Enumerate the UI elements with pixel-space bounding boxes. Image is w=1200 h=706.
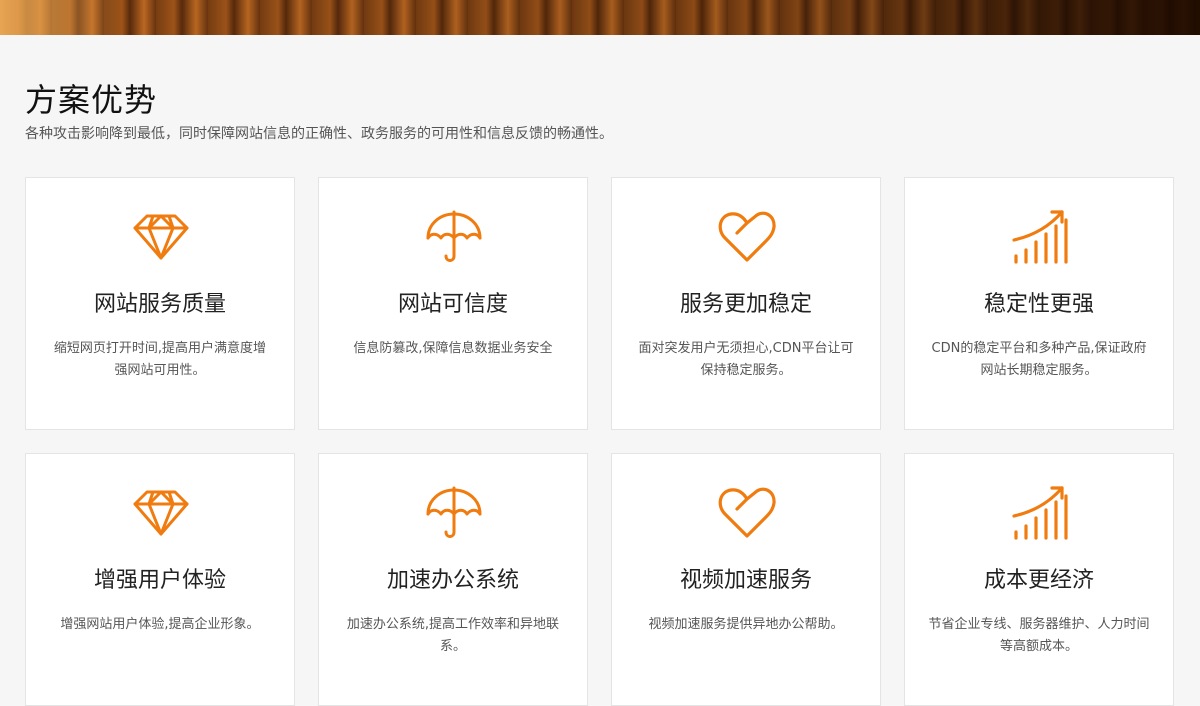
card-title: 服务更加稳定: [679, 292, 812, 317]
card-title: 增强用户体验: [93, 568, 226, 593]
advantage-card: 视频加速服务 视频加速服务提供异地办公帮助。: [611, 453, 881, 706]
advantage-card: 稳定性更强 CDN的稳定平台和多种产品,保证政府网站长期稳定服务。: [904, 177, 1174, 430]
growth-chart-icon: [1010, 482, 1070, 542]
advantage-card: 增强用户体验 增强网站用户体验,提高企业形象。: [25, 453, 295, 706]
card-description: 加速办公系统,提高工作效率和异地联系。: [346, 617, 560, 654]
card-title: 网站可信度: [397, 292, 508, 317]
advantage-card: 网站可信度 信息防篡改,保障信息数据业务安全: [318, 177, 588, 430]
heart-icon: [717, 482, 777, 542]
hero-banner-image: [0, 0, 1200, 35]
hero-left-fade: [0, 0, 120, 35]
card-description: CDN的稳定平台和多种产品,保证政府网站长期稳定服务。: [931, 341, 1147, 378]
section-subtitle: 各种攻击影响降到最低，同时保障网站信息的正确性、政务服务的可用性和信息反馈的畅通…: [25, 126, 613, 142]
card-title: 稳定性更强: [983, 292, 1094, 317]
diamond-icon: [131, 482, 191, 542]
diamond-icon: [131, 206, 191, 266]
card-description: 增强网站用户体验,提高企业形象。: [60, 617, 260, 632]
growth-chart-icon: [1010, 206, 1070, 266]
umbrella-icon: [424, 206, 484, 266]
card-description: 面对突发用户无须担心,CDN平台让可保持稳定服务。: [638, 341, 854, 378]
advantage-card: 服务更加稳定 面对突发用户无须担心,CDN平台让可保持稳定服务。: [611, 177, 881, 430]
card-description: 视频加速服务提供异地办公帮助。: [648, 617, 844, 632]
advantage-card: 成本更经济 节省企业专线、服务器维护、人力时间等高额成本。: [904, 453, 1174, 706]
card-description: 信息防篡改,保障信息数据业务安全: [353, 341, 553, 356]
card-title: 加速办公系统: [386, 568, 519, 593]
advantage-card: 网站服务质量 缩短网页打开时间,提高用户满意度增强网站可用性。: [25, 177, 295, 430]
hero-right-shade: [840, 0, 1200, 35]
heart-icon: [717, 206, 777, 266]
section-title: 方案优势: [25, 81, 158, 119]
card-title: 成本更经济: [983, 568, 1094, 593]
card-title: 视频加速服务: [679, 568, 812, 593]
card-description: 缩短网页打开时间,提高用户满意度增强网站可用性。: [53, 341, 267, 378]
card-title: 网站服务质量: [93, 292, 226, 317]
card-description: 节省企业专线、服务器维护、人力时间等高额成本。: [928, 617, 1150, 654]
umbrella-icon: [424, 482, 484, 542]
advantage-card: 加速办公系统 加速办公系统,提高工作效率和异地联系。: [318, 453, 588, 706]
